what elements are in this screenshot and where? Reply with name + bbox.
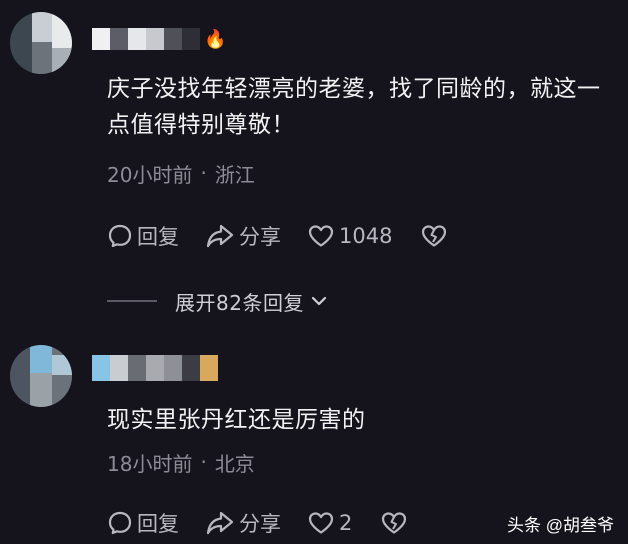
- fire-badge-icon: 🔥: [204, 28, 227, 50]
- reply-label: 回复: [137, 512, 179, 536]
- broken-heart-icon: [380, 510, 408, 536]
- share-button[interactable]: 分享: [205, 508, 281, 538]
- avatar[interactable]: [10, 345, 72, 407]
- like-count: 2: [339, 511, 353, 535]
- comment-meta: 20小时前 · 浙江: [107, 160, 255, 187]
- comment-text: 庆子没找年轻漂亮的老婆，找了同龄的，就这一点值得特别尊敬！: [107, 76, 601, 138]
- share-button[interactable]: 分享: [205, 221, 281, 251]
- username-blurred[interactable]: 🔥: [92, 28, 226, 50]
- share-arrow-icon: [205, 510, 235, 536]
- reply-button[interactable]: 回复: [107, 508, 179, 538]
- share-label: 分享: [239, 512, 281, 536]
- like-button[interactable]: 2: [307, 510, 352, 536]
- comment-location: 浙江: [214, 162, 255, 187]
- speech-bubble-icon: [107, 223, 133, 249]
- like-button[interactable]: 1048: [307, 223, 392, 249]
- expand-replies-button[interactable]: 展开82条回复: [107, 286, 328, 316]
- expand-replies-label: 展开82条回复: [175, 290, 304, 315]
- comment-text: 现实里张丹红还是厉害的: [107, 407, 366, 433]
- dislike-button[interactable]: [420, 223, 448, 249]
- meta-separator: ·: [200, 161, 207, 185]
- share-label: 分享: [239, 225, 281, 249]
- comment-actions: 回复 分享 1048: [107, 221, 448, 251]
- broken-heart-icon: [420, 223, 448, 249]
- heart-outline-icon: [307, 510, 335, 536]
- reply-label: 回复: [137, 225, 179, 249]
- like-count: 1048: [339, 224, 393, 248]
- speech-bubble-icon: [107, 510, 133, 536]
- dislike-button[interactable]: [380, 510, 408, 536]
- comment-time: 20小时前: [107, 162, 193, 187]
- comment-location: 北京: [214, 451, 255, 476]
- avatar[interactable]: [10, 12, 72, 74]
- watermark: 头条 @胡叁爷: [507, 516, 614, 535]
- comment-meta: 18小时前 · 北京: [107, 449, 255, 476]
- chevron-down-icon: [310, 294, 328, 308]
- comment-time: 18小时前: [107, 451, 193, 476]
- reply-button[interactable]: 回复: [107, 221, 179, 251]
- share-arrow-icon: [205, 223, 235, 249]
- meta-separator: ·: [200, 450, 207, 474]
- username-blurred[interactable]: [92, 355, 218, 381]
- comment-actions: 回复 分享 2: [107, 508, 408, 538]
- heart-outline-icon: [307, 223, 335, 249]
- divider-line: [107, 300, 157, 302]
